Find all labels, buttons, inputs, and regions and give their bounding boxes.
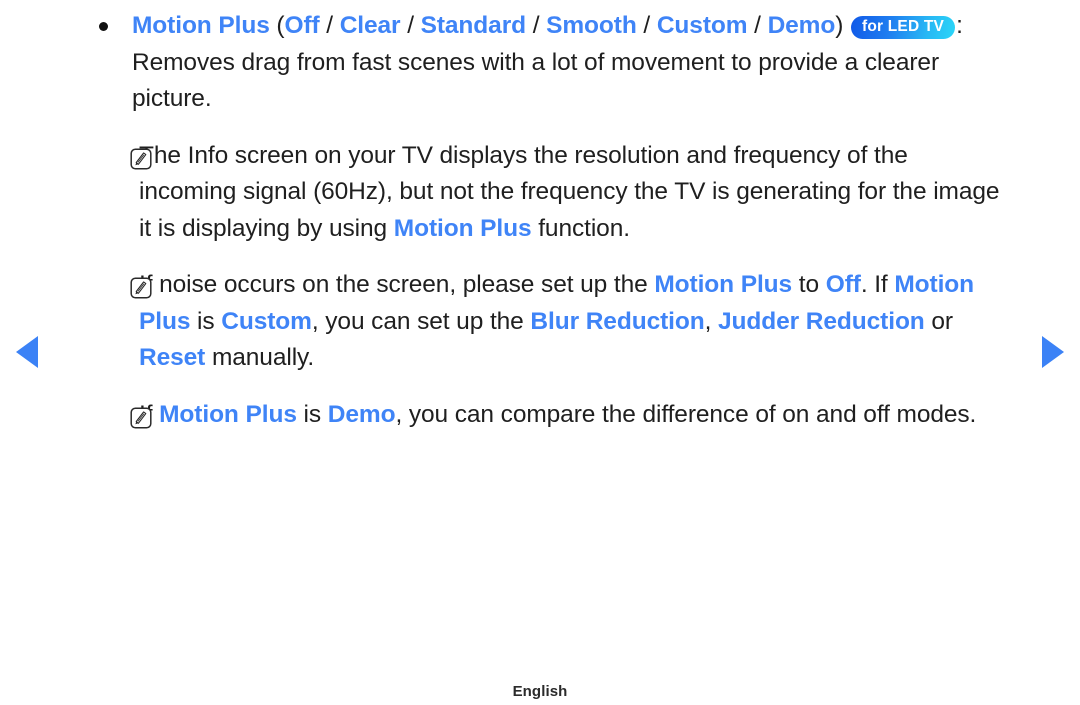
keyword-reset[interactable]: Reset	[139, 344, 205, 371]
note-pencil-icon	[130, 147, 152, 170]
separator-2: /	[400, 12, 421, 39]
note-1-text: The Info screen on your TV displays the …	[139, 138, 1002, 248]
separator-4: /	[636, 12, 657, 39]
note-3-text: If Motion Plus is Demo, you can compare …	[139, 397, 1002, 434]
note-pencil-icon	[130, 406, 152, 429]
bullet-dot-icon	[99, 22, 108, 31]
keyword-motion-plus[interactable]: Motion Plus	[654, 271, 792, 298]
separator-1: /	[319, 12, 340, 39]
note-2-seg-6: ,	[704, 307, 719, 335]
option-clear[interactable]: Clear	[340, 12, 401, 39]
separator-5: /	[747, 12, 768, 39]
separator-3: /	[526, 12, 547, 39]
keyword-off[interactable]: Off	[826, 271, 861, 298]
note-2-seg-3: . If	[860, 271, 895, 298]
note-item-noise: If noise occurs on the screen, please se…	[92, 267, 1002, 377]
note-item-info-screen: The Info screen on your TV displays the …	[92, 138, 1002, 248]
note-item-demo: If Motion Plus is Demo, you can compare …	[92, 397, 1002, 434]
keyword-judder-reduction[interactable]: Judder Reduction	[718, 308, 925, 335]
note-2-seg-4: is	[190, 307, 222, 335]
note-pencil-icon	[130, 277, 152, 299]
note-2-text: If noise occurs on the screen, please se…	[139, 267, 1002, 377]
note-2-seg-5: , you can set up the	[311, 307, 531, 335]
bullet-body-text: Removes drag from fast scenes with a lot…	[132, 48, 940, 113]
heading-colon: :	[956, 12, 963, 39]
keyword-custom[interactable]: Custom	[221, 308, 312, 335]
for-led-tv-badge: for LED TV	[851, 16, 956, 39]
note-2-seg-8: manually.	[205, 344, 315, 371]
keyword-motion-plus[interactable]: Motion Plus	[159, 401, 297, 428]
previous-page-arrow-icon[interactable]	[16, 336, 38, 368]
option-off[interactable]: Off	[284, 12, 319, 39]
option-standard[interactable]: Standard	[421, 12, 526, 39]
keyword-motion-plus[interactable]: Motion Plus	[132, 12, 270, 39]
option-demo[interactable]: Demo	[768, 12, 836, 39]
bullet-item-motion-plus: Motion Plus (Off / Clear / Standard / Sm…	[92, 8, 1002, 118]
option-smooth[interactable]: Smooth	[546, 12, 637, 39]
note-2-seg-2: to	[792, 271, 826, 298]
keyword-motion-plus[interactable]: Motion Plus	[394, 215, 532, 242]
bullet-heading-line: Motion Plus (Off / Clear / Standard / Sm…	[132, 8, 1002, 45]
close-paren: )	[835, 12, 850, 39]
keyword-demo[interactable]: Demo	[328, 401, 396, 428]
option-custom[interactable]: Custom	[657, 12, 748, 39]
keyword-blur-reduction[interactable]: Blur Reduction	[530, 308, 704, 335]
footer-language-label: English	[512, 683, 568, 700]
next-page-arrow-icon[interactable]	[1042, 336, 1064, 368]
note-3-seg-3: , you can compare the difference of on a…	[395, 400, 977, 428]
page-content: Motion Plus (Off / Clear / Standard / Sm…	[92, 8, 1002, 433]
open-paren: (	[269, 12, 285, 39]
note-2-seg-1: If noise occurs on the screen, please se…	[139, 271, 655, 298]
note-3-seg-2: is	[296, 400, 328, 428]
note-2-seg-7: or	[924, 307, 953, 335]
manual-page: Motion Plus (Off / Clear / Standard / Sm…	[0, 0, 1080, 705]
note-1-seg-2: function.	[531, 214, 630, 242]
